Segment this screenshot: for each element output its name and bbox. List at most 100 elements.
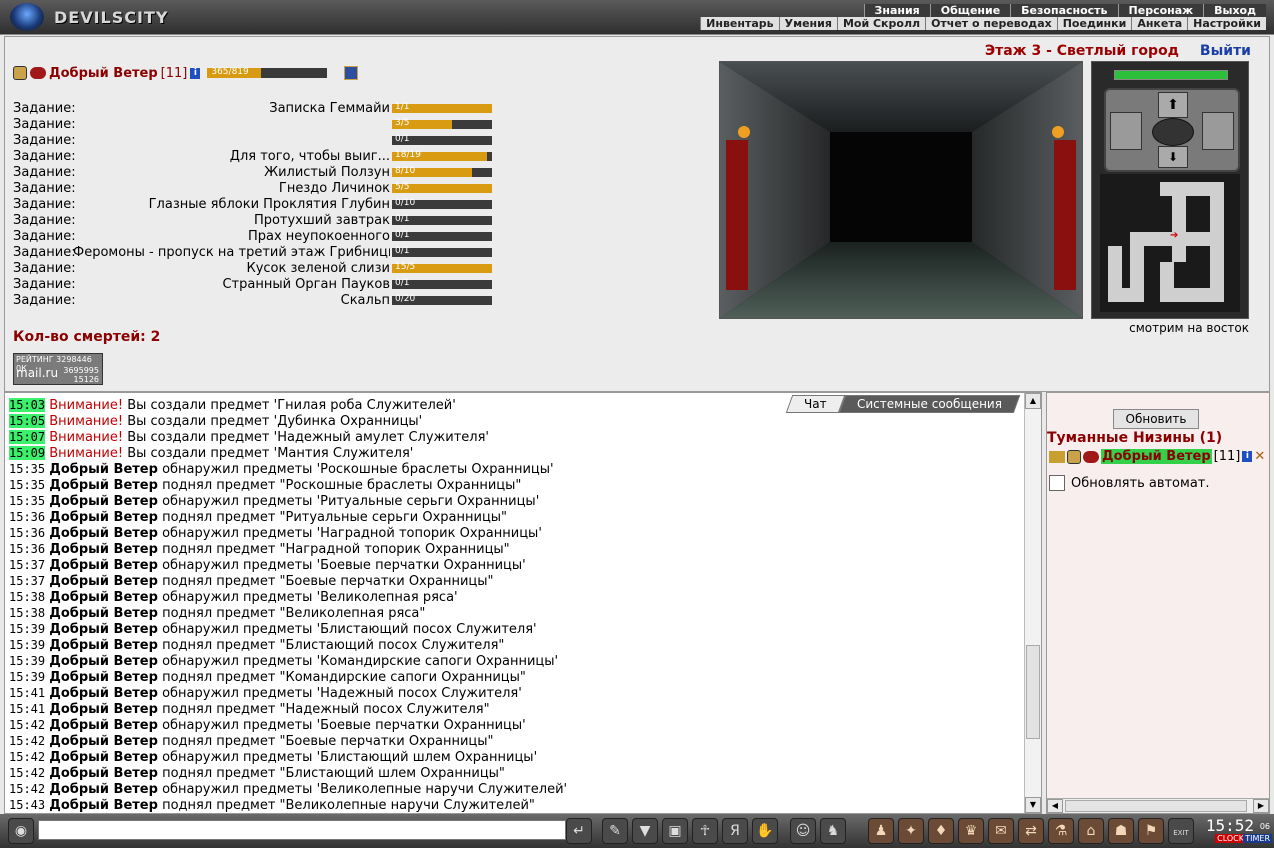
scroll-left-button[interactable]: ◀ bbox=[1047, 799, 1063, 813]
nav-character[interactable]: Персонаж bbox=[1117, 4, 1204, 17]
quest-name[interactable]: Гнездо Личинок bbox=[73, 181, 390, 196]
filter-icon[interactable]: ▼ bbox=[632, 818, 658, 844]
turn-right-button[interactable] bbox=[1202, 112, 1234, 150]
chat-log[interactable]: 15:03 Внимание! Вы создали предмет 'Гнил… bbox=[4, 392, 1042, 814]
guild-icon[interactable]: ♛ bbox=[958, 818, 984, 844]
group-icon[interactable]: ☗ bbox=[1108, 818, 1134, 844]
chat-username[interactable]: Добрый Ветер bbox=[49, 462, 158, 477]
move-back-button[interactable]: ⬇ bbox=[1158, 146, 1188, 168]
quest-name[interactable]: Глазные яблоки Проклятия Глубин bbox=[73, 197, 390, 212]
quest-name[interactable]: Феромоны - пропуск на третий этаж Грибни… bbox=[73, 245, 390, 260]
clock-button[interactable]: CLOCK bbox=[1215, 834, 1246, 843]
attack-icon[interactable]: ✕ bbox=[1254, 449, 1265, 464]
scroll-down-button[interactable]: ▼ bbox=[1025, 797, 1041, 813]
info-icon[interactable]: i bbox=[190, 67, 201, 79]
chat-username[interactable]: Добрый Ветер bbox=[49, 686, 158, 701]
dungeon-view[interactable] bbox=[719, 61, 1083, 319]
scroll-icon[interactable]: ✉ bbox=[988, 818, 1014, 844]
chat-username[interactable]: Добрый Ветер bbox=[49, 702, 158, 717]
eraser-icon[interactable]: ✎ bbox=[602, 818, 628, 844]
nav-communication[interactable]: Общение bbox=[929, 4, 1011, 17]
info-icon[interactable]: i bbox=[1242, 451, 1253, 462]
chat-username[interactable]: Добрый Ветер bbox=[49, 766, 158, 781]
exit-location-link[interactable]: Выйти bbox=[1200, 43, 1251, 59]
bag-icon[interactable]: ♦ bbox=[928, 818, 954, 844]
send-icon[interactable]: ↵ bbox=[566, 818, 592, 844]
chat-username[interactable]: Добрый Ветер bbox=[49, 638, 158, 653]
flag-icon[interactable] bbox=[344, 66, 359, 80]
quest-name[interactable]: Скальп bbox=[73, 293, 390, 308]
character-icon[interactable]: ♟ bbox=[868, 818, 894, 844]
logo[interactable]: DEVILSCITY bbox=[10, 3, 170, 31]
quest-name[interactable]: Жилистый Ползун bbox=[73, 165, 390, 180]
chat-mode-icon[interactable]: ◉ bbox=[8, 818, 34, 844]
helmet-icon[interactable]: ♞ bbox=[820, 818, 846, 844]
chat-username[interactable]: Добрый Ветер bbox=[49, 654, 158, 669]
nav-duels[interactable]: Поединки bbox=[1056, 17, 1132, 30]
hand-icon[interactable]: ✋ bbox=[752, 818, 778, 844]
chat-username[interactable]: Добрый Ветер bbox=[49, 494, 158, 509]
minimap[interactable]: ➔ bbox=[1100, 174, 1240, 312]
horizontal-scrollbar[interactable]: ◀ ▶ bbox=[1047, 798, 1269, 813]
nav-settings[interactable]: Настройки bbox=[1187, 17, 1266, 30]
compass-control[interactable]: ⬆ ⬇ bbox=[1104, 88, 1240, 172]
potion-icon[interactable]: ⚗ bbox=[1048, 818, 1074, 844]
quest-name[interactable]: Прах неупокоенного bbox=[73, 229, 390, 244]
chat-username[interactable]: Добрый Ветер bbox=[49, 782, 158, 797]
chat-username[interactable]: Добрый Ветер bbox=[49, 510, 158, 525]
move-forward-button[interactable]: ⬆ bbox=[1158, 92, 1188, 118]
nav-skills[interactable]: Умения bbox=[778, 17, 837, 30]
chat-username[interactable]: Добрый Ветер bbox=[49, 734, 158, 749]
chat-scrollbar[interactable]: ▲ ▼ bbox=[1024, 393, 1041, 813]
chat-username[interactable]: Добрый Ветер bbox=[49, 718, 158, 733]
refresh-button[interactable]: Обновить bbox=[1113, 409, 1199, 429]
chat-username[interactable]: Добрый Ветер bbox=[49, 526, 158, 541]
chat-username[interactable]: Добрый Ветер bbox=[49, 670, 158, 685]
save-log-icon[interactable]: ▣ bbox=[662, 818, 688, 844]
nav-inventory[interactable]: Инвентарь bbox=[700, 17, 779, 30]
house-icon[interactable]: ⌂ bbox=[1078, 818, 1104, 844]
chat-username[interactable]: Добрый Ветер bbox=[49, 574, 158, 589]
exit-icon[interactable]: EXIT bbox=[1168, 818, 1194, 844]
translit-icon[interactable]: Я bbox=[722, 818, 748, 844]
tab-chat[interactable]: Чат bbox=[786, 395, 846, 413]
turn-left-button[interactable] bbox=[1110, 112, 1142, 150]
scroll-thumb[interactable] bbox=[1026, 645, 1040, 739]
scroll-right-button[interactable]: ▶ bbox=[1253, 799, 1269, 813]
refresh-view-button[interactable] bbox=[1152, 118, 1194, 146]
chat-username[interactable]: Добрый Ветер bbox=[49, 606, 158, 621]
smiley-icon[interactable]: ☺ bbox=[790, 818, 816, 844]
quest-name[interactable]: Странный Орган Пауков bbox=[73, 277, 390, 292]
skills-icon[interactable]: ✦ bbox=[898, 818, 924, 844]
character-name[interactable]: Добрый Ветер bbox=[49, 66, 158, 81]
quest-name[interactable]: Кусок зеленой слизи bbox=[73, 261, 390, 276]
hscroll-thumb[interactable] bbox=[1065, 800, 1247, 812]
transfer-icon[interactable]: ⇄ bbox=[1018, 818, 1044, 844]
whisper-icon[interactable] bbox=[1049, 450, 1065, 463]
quest-name[interactable]: Записка Геммайи bbox=[73, 101, 390, 116]
chat-username[interactable]: Добрый Ветер bbox=[49, 478, 158, 493]
online-player-name[interactable]: Добрый Ветер bbox=[1101, 449, 1212, 464]
chat-username[interactable]: Добрый Ветер bbox=[49, 558, 158, 573]
chat-input[interactable] bbox=[38, 820, 566, 840]
quest-name[interactable]: Для того, чтобы выиг... bbox=[73, 149, 390, 164]
chat-username[interactable]: Добрый Ветер bbox=[49, 798, 158, 813]
nav-my-scroll[interactable]: Мой Скролл bbox=[836, 17, 926, 30]
nav-logout[interactable]: Выход bbox=[1203, 4, 1266, 17]
nav-security[interactable]: Безопасность bbox=[1010, 4, 1118, 17]
flag-icon[interactable]: ⚑ bbox=[1138, 818, 1164, 844]
quest-name[interactable]: Протухший завтрак bbox=[73, 213, 390, 228]
chat-username[interactable]: Добрый Ветер bbox=[49, 542, 158, 557]
nav-knowledge[interactable]: Знания bbox=[863, 4, 930, 17]
action-figure-icon[interactable]: ☥ bbox=[692, 818, 718, 844]
auto-refresh-checkbox[interactable] bbox=[1049, 475, 1065, 491]
chat-username[interactable]: Добрый Ветер bbox=[49, 622, 158, 637]
nav-transfer-report[interactable]: Отчет о переводах bbox=[925, 17, 1057, 30]
tab-system-messages[interactable]: Системные сообщения bbox=[838, 395, 1021, 413]
chat-username[interactable]: Добрый Ветер bbox=[49, 750, 158, 765]
scroll-up-button[interactable]: ▲ bbox=[1025, 393, 1041, 409]
chat-username[interactable]: Добрый Ветер bbox=[49, 590, 158, 605]
timer-button[interactable]: TIMER bbox=[1243, 834, 1272, 843]
nav-profile[interactable]: Анкета bbox=[1131, 17, 1188, 30]
rating-counter[interactable]: РЕЙТИНГ 3298446 0К mail.ru 3695995 15126 bbox=[13, 353, 103, 385]
